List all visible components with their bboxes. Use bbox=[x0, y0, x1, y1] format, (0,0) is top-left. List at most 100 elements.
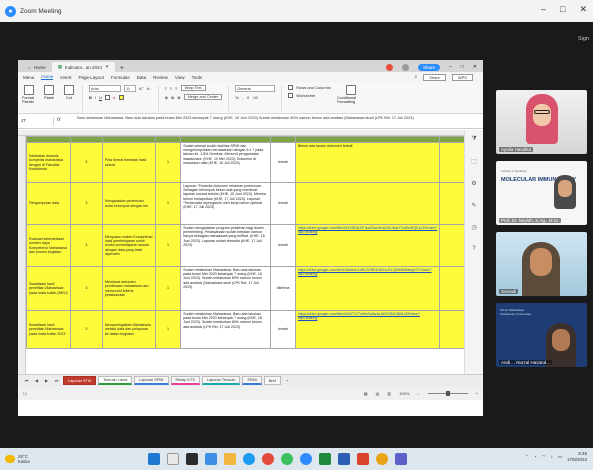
next-sheet-icon[interactable]: ▶ bbox=[43, 378, 50, 383]
name-box[interactable]: J7 bbox=[18, 117, 54, 125]
share-button[interactable]: Share bbox=[417, 63, 440, 71]
user-avatar-icon[interactable] bbox=[401, 63, 409, 71]
table-cell-c4[interactable]: 1 bbox=[154, 142, 182, 183]
table-cell-c2[interactable]: 3 bbox=[69, 266, 103, 311]
increase-decimal-icon[interactable]: .0 bbox=[246, 95, 249, 100]
restore-icon[interactable]: □ bbox=[461, 64, 464, 70]
add-sheet-button[interactable]: + bbox=[284, 378, 291, 383]
font-shrink-icon[interactable]: A⁻ bbox=[147, 86, 152, 91]
table-cell-c5[interactable]: Laporan *Tersedia dokumen rekaman pertem… bbox=[180, 182, 272, 225]
font-name-select[interactable]: Arial bbox=[89, 85, 121, 92]
menu-item-tools[interactable]: Tools bbox=[192, 75, 203, 80]
volume-icon[interactable]: ♪ bbox=[550, 454, 552, 459]
zoom-app-icon[interactable] bbox=[300, 453, 312, 465]
paste-button[interactable]: Paste bbox=[42, 85, 56, 100]
first-sheet-icon[interactable]: ⏮ bbox=[23, 378, 30, 383]
last-sheet-icon[interactable]: ⏭ bbox=[53, 378, 60, 383]
page-break-icon[interactable]: ▥ bbox=[387, 391, 391, 396]
system-clock[interactable]: 8:46 17/8/2023 bbox=[567, 451, 587, 462]
search-icon[interactable] bbox=[167, 453, 179, 465]
worksheet-button[interactable]: Worksheet bbox=[296, 93, 315, 98]
close-button[interactable]: ✕ bbox=[579, 4, 587, 15]
align-right-icon[interactable]: ≣ bbox=[177, 95, 180, 100]
font-color-icon[interactable]: A bbox=[113, 95, 116, 100]
percent-icon[interactable]: % bbox=[235, 95, 239, 100]
weather-widget[interactable]: 28°C Kabut bbox=[5, 454, 30, 464]
zoom-slider[interactable] bbox=[427, 390, 468, 396]
table-row[interactable]: Evaluasi ketersediaan sumber daya Kompet… bbox=[26, 224, 483, 267]
wrap-text-button[interactable]: Wrap Text bbox=[180, 85, 206, 91]
table-row[interactable]: Ketebalan dinamis kompetisi mahasiswa de… bbox=[26, 142, 483, 183]
cut-button[interactable]: Cut bbox=[62, 85, 76, 100]
fill-color-icon[interactable] bbox=[118, 95, 124, 100]
sheet-tab[interactable]: Temuan Lama bbox=[98, 376, 133, 385]
underline-icon[interactable]: U bbox=[99, 95, 102, 100]
table-row[interactable]: Sosialisasi hasil penelitian Mahasiswa p… bbox=[26, 266, 483, 311]
menu-wps-button[interactable]: WPS bbox=[451, 73, 473, 81]
bold-icon[interactable]: B bbox=[89, 95, 92, 100]
number-format-select[interactable]: General bbox=[235, 85, 276, 92]
wifi-icon[interactable]: ◠ bbox=[542, 454, 546, 460]
widgets-icon[interactable] bbox=[205, 453, 217, 465]
edge-browser-icon[interactable] bbox=[243, 453, 255, 465]
powerpoint-app-icon[interactable] bbox=[357, 453, 369, 465]
settings-icon[interactable]: ⚙ bbox=[471, 180, 476, 187]
meeting-corner-label[interactable]: Sign bbox=[578, 36, 589, 42]
close-icon[interactable]: ✕ bbox=[473, 64, 477, 70]
menu-item-data[interactable]: Data bbox=[137, 75, 147, 80]
border-icon[interactable] bbox=[104, 95, 110, 100]
zoom-in-icon[interactable]: + bbox=[476, 391, 478, 396]
format-painter-button[interactable]: Format Painter bbox=[22, 85, 36, 104]
formula-input[interactable]: Satu melalukan Mahasiswa. Baru ada lakuk… bbox=[74, 115, 483, 121]
table-cell-c1[interactable]: Evaluasi ketersediaan sumber daya Kompet… bbox=[26, 224, 71, 267]
table-cell-c3[interactable]: Menyusun materi Kompetensi hasil pembela… bbox=[101, 224, 156, 267]
table-cell-c3[interactable]: Membuat dokumen pembinaan mahasiswa dan … bbox=[101, 266, 156, 311]
menu-item-home[interactable]: Home bbox=[41, 74, 54, 80]
fx-icon[interactable]: fx bbox=[54, 115, 74, 125]
menu-share-button[interactable]: Share bbox=[423, 73, 446, 81]
doc-tab-home[interactable]: ⌂ Home bbox=[22, 62, 52, 72]
participant-tile[interactable]: Ayutia Handika bbox=[496, 90, 587, 154]
whatsapp-icon[interactable] bbox=[281, 453, 293, 465]
teams-app-icon[interactable] bbox=[395, 453, 407, 465]
table-cell-c4[interactable]: 1 bbox=[154, 224, 182, 267]
table-cell-c7[interactable]: Belum ada tautan dokumen terkait bbox=[294, 142, 441, 183]
sheet-tab[interactable]: Laporan SPMI bbox=[134, 376, 169, 385]
zoom-slider-knob[interactable] bbox=[445, 390, 450, 396]
search-icon[interactable]: ⌕ bbox=[415, 74, 418, 81]
table-cell-c3[interactable]: Memperingatkan Mahasiswa melalui data da… bbox=[101, 310, 156, 349]
table-cell-c1[interactable]: Pengumpulan data bbox=[26, 182, 71, 225]
comma-icon[interactable]: , bbox=[242, 95, 243, 100]
menu-item-page-layout[interactable]: Page Layout bbox=[79, 75, 104, 80]
merge-center-button[interactable]: Merge and Center bbox=[183, 94, 223, 100]
comment-icon[interactable]: ✎ bbox=[471, 202, 476, 209]
chrome-alt-icon[interactable] bbox=[376, 453, 388, 465]
table-cell-c4[interactable]: 1 bbox=[154, 182, 182, 225]
font-size-select[interactable]: 11 bbox=[124, 85, 136, 92]
prev-sheet-icon[interactable]: ◀ bbox=[33, 378, 40, 383]
sheet-tab[interactable]: Laporan Temuan bbox=[201, 376, 241, 385]
menu-item-insert[interactable]: Insert bbox=[60, 75, 71, 80]
table-cell-c1[interactable]: Ketebalan dinamis kompetisi mahasiswa de… bbox=[26, 142, 71, 183]
history-icon[interactable]: ◷ bbox=[471, 224, 476, 231]
table-cell-c5[interactable]: Sudah selesai sudah fasilitas SPMI dan m… bbox=[180, 142, 272, 183]
table-cell-c7[interactable]: https://drive.google.com/file/d/1EvIDSkZ… bbox=[294, 224, 441, 267]
chevron-up-icon[interactable]: ⌃ bbox=[525, 454, 529, 460]
conditional-formatting-button[interactable]: Conditional Formatting bbox=[337, 85, 365, 104]
sheet-tab[interactable]: Laporan RTM bbox=[63, 376, 97, 385]
table-cell-c3[interactable]: Pola format berbasis hasil sesuai bbox=[101, 142, 156, 183]
doc-tab-active[interactable]: ▦ Indicator...an 2024 ✕ bbox=[51, 62, 115, 72]
new-tab-button[interactable]: + bbox=[115, 65, 129, 72]
normal-view-icon[interactable]: ▦ bbox=[364, 391, 368, 396]
participant-tile[interactable]: Sumadi bbox=[496, 232, 587, 296]
table-cell-c5[interactable]: Sudah melakukan Mahasiswa. Baru ada laku… bbox=[180, 310, 272, 349]
minimize-button[interactable]: – bbox=[541, 4, 546, 15]
file-explorer-icon[interactable] bbox=[224, 453, 236, 465]
filter-icon[interactable]: ⧩ bbox=[471, 136, 476, 143]
rows-columns-button[interactable]: Rows and Columns bbox=[296, 85, 331, 90]
table-cell-c2[interactable]: 3 bbox=[69, 182, 103, 225]
status-left-icon[interactable]: ☐ bbox=[23, 391, 27, 396]
task-view-icon[interactable] bbox=[186, 453, 198, 465]
align-bottom-icon[interactable]: ≡ bbox=[175, 86, 177, 91]
battery-icon[interactable]: ▭ bbox=[558, 454, 562, 460]
